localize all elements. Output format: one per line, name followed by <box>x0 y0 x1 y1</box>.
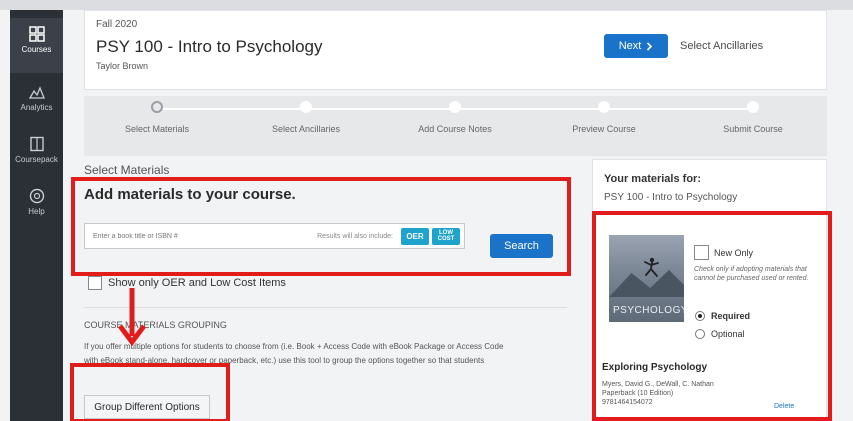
browser-top-strip <box>0 0 853 10</box>
step-select-materials[interactable]: Select Materials <box>97 101 217 134</box>
step-label: Submit Course <box>723 124 783 134</box>
step-add-course-notes[interactable]: Add Course Notes <box>395 101 515 134</box>
instructor-name: Taylor Brown <box>96 61 149 71</box>
sidebar-item-label: Help <box>28 207 45 216</box>
step-dot <box>151 101 163 113</box>
chart-icon <box>28 86 45 99</box>
step-submit-course[interactable]: Submit Course <box>693 101 813 134</box>
next-button-label: Next <box>618 40 642 52</box>
annotation-box-search <box>71 177 571 276</box>
checkbox-box[interactable] <box>88 276 102 290</box>
step-preview-course[interactable]: Preview Course <box>544 101 664 134</box>
sidebar-item-label: Coursepack <box>15 155 58 164</box>
grouping-description-line1: If you offer multiple options for studen… <box>84 342 504 351</box>
section-divider <box>84 307 567 308</box>
step-dot <box>300 101 312 113</box>
term-label: Fall 2020 <box>96 19 138 30</box>
step-dot <box>747 101 759 113</box>
sidebar-item-coursepack[interactable]: Coursepack <box>10 130 63 180</box>
help-icon <box>29 188 44 204</box>
book-icon <box>29 136 44 152</box>
annotation-box-group-button <box>70 363 230 421</box>
sidebar-item-analytics[interactable]: Analytics <box>10 78 63 128</box>
next-step-link[interactable]: Select Ancillaries <box>680 40 763 52</box>
chevron-right-icon <box>647 41 653 51</box>
step-select-ancillaries[interactable]: Select Ancillaries <box>246 101 366 134</box>
section-label: Select Materials <box>84 163 170 177</box>
grid-icon <box>28 26 45 42</box>
grouping-heading: COURSE MATERIALS GROUPING <box>84 320 227 330</box>
step-label: Select Ancillaries <box>271 124 341 134</box>
annotation-box-materials <box>592 211 832 421</box>
page-title: PSY 100 - Intro to Psychology <box>96 37 323 56</box>
next-button[interactable]: Next <box>604 34 668 58</box>
your-materials-course: PSY 100 - Intro to Psychology <box>604 192 738 203</box>
step-label: Preview Course <box>572 124 636 134</box>
sidebar-item-help[interactable]: Help <box>10 182 63 232</box>
step-label: Select Materials <box>124 124 190 134</box>
step-dot <box>598 101 610 113</box>
sidebar-item-label: Courses <box>21 45 52 54</box>
sidebar: Courses Analytics Coursepack Help <box>10 10 63 421</box>
sidebar-item-label: Analytics <box>20 103 53 112</box>
course-header: Fall 2020 PSY 100 - Intro to Psychology … <box>84 10 827 90</box>
main-content: Fall 2020 PSY 100 - Intro to Psychology … <box>63 10 853 421</box>
step-label: Add Course Notes <box>418 124 492 134</box>
your-materials-title: Your materials for: <box>604 173 701 185</box>
progress-stepper: Select Materials Select Ancillaries Add … <box>84 96 827 156</box>
sidebar-item-courses[interactable]: Courses <box>10 18 63 73</box>
step-dot <box>449 101 461 113</box>
arrow-down-icon <box>118 288 146 346</box>
